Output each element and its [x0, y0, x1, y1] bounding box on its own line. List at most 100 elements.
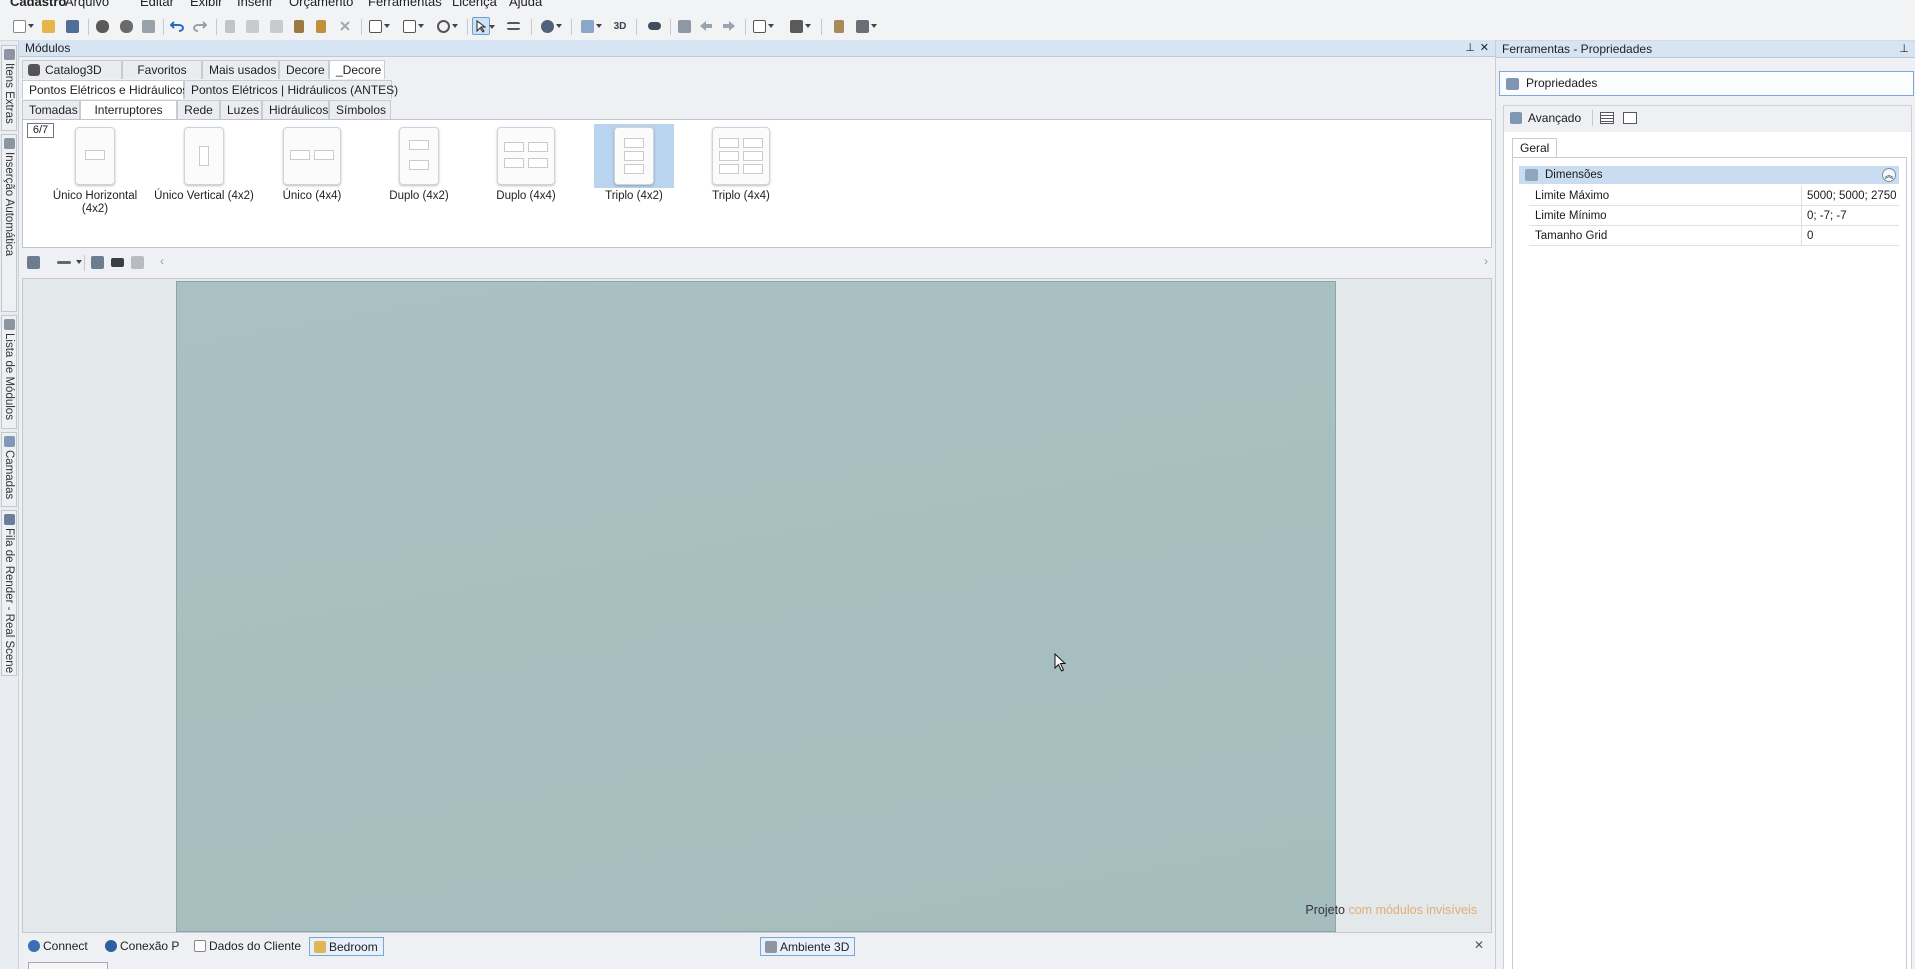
3d-icon[interactable]: 3D — [611, 17, 629, 35]
tab-itens-extras[interactable]: Itens Extras — [1, 45, 17, 131]
tab-geral[interactable]: Geral — [1512, 138, 1558, 157]
property-value[interactable]: 0 — [1801, 226, 1813, 246]
undo-icon[interactable] — [168, 17, 186, 35]
tab-insercao-automatica[interactable]: Inserção Automática — [1, 134, 17, 312]
tab-hidraulicos[interactable]: Hidráulicos — [262, 100, 329, 119]
line-style-icon[interactable] — [52, 253, 82, 271]
menu-ajuda[interactable]: Ajuda — [509, 0, 542, 10]
cube-icon[interactable] — [787, 17, 811, 35]
save-icon[interactable] — [63, 17, 81, 35]
tab-conexao-p[interactable]: Conexão P — [101, 937, 184, 956]
open-folder-icon[interactable] — [39, 17, 57, 35]
tab-decore[interactable]: Decore — [279, 60, 329, 79]
module-duplo-4x2[interactable]: Duplo (4x2) — [367, 124, 471, 234]
close-icon[interactable]: ✕ — [1480, 40, 1489, 56]
menu-inserir[interactable]: Inserir — [237, 0, 273, 10]
menu-exibir[interactable]: Exibir — [190, 0, 223, 10]
property-value[interactable]: 5000; 5000; 2750 — [1801, 186, 1897, 206]
menu-editar[interactable]: Editar — [140, 0, 174, 10]
properties-button[interactable]: Propriedades — [1499, 71, 1914, 96]
property-row-limite-maximo[interactable]: Limite Máximo 5000; 5000; 2750 — [1529, 186, 1899, 206]
format-painter-icon[interactable] — [312, 17, 330, 35]
tab-bedroom[interactable]: Bedroom — [309, 937, 384, 956]
tab-dados-do-cliente[interactable]: Dados do Cliente — [190, 937, 306, 956]
tab-luzes[interactable]: Luzes — [220, 100, 262, 119]
menu-bar: Cadastro Arquivo Editar Exibir Inserir O… — [0, 0, 1915, 10]
lasso-icon[interactable] — [434, 17, 458, 35]
module-unico-4x4[interactable]: Único (4x4) — [260, 124, 364, 234]
tab-conexao-p-label: Conexão P — [120, 939, 180, 953]
menu-ferramentas[interactable]: Ferramentas — [368, 0, 442, 10]
layers-icon[interactable] — [578, 17, 602, 35]
module-unico-horizontal-4x2[interactable]: Único Horizontal (4x2) — [43, 124, 147, 234]
lock-icon[interactable] — [128, 253, 146, 271]
globe-icon[interactable] — [538, 17, 562, 35]
modules-tabs-row2: Pontos Elétricos e Hidráulicos Pontos El… — [22, 80, 1492, 99]
redo-icon[interactable] — [191, 17, 209, 35]
arrow-left-icon[interactable] — [697, 17, 715, 35]
alphabetical-view-icon[interactable] — [1623, 112, 1637, 124]
render-icon[interactable] — [93, 17, 111, 35]
property-value[interactable]: 0; -7; -7 — [1801, 206, 1847, 226]
tab-favoritos[interactable]: Favoritos — [122, 60, 202, 79]
tab-pontos-eletricos-antes[interactable]: Pontos Elétricos | Hidráulicos (ANTES) — [184, 80, 398, 99]
tab-mais-usados[interactable]: Mais usados — [202, 60, 279, 79]
pin-icon[interactable]: ⊥ — [1899, 41, 1909, 57]
arrow-right-icon[interactable] — [720, 17, 738, 35]
grid-icon[interactable] — [400, 17, 424, 35]
module-label: Único Vertical (4x2) — [154, 190, 254, 202]
view-mode-icon[interactable] — [366, 17, 390, 35]
select-arrow-icon[interactable] — [472, 17, 495, 35]
drawing-canvas[interactable] — [176, 281, 1336, 932]
new-file-icon[interactable] — [10, 17, 34, 35]
rotate-icon[interactable] — [675, 17, 693, 35]
design-viewport[interactable]: Projeto com módulos invisíveis — [22, 278, 1492, 933]
render-settings-icon[interactable] — [117, 17, 135, 35]
wand-icon[interactable] — [24, 253, 42, 271]
menu-arquivo[interactable]: Arquivo — [65, 0, 109, 10]
menu-orcamento[interactable]: Orçamento — [289, 0, 353, 10]
advanced-button[interactable]: Avançado — [1528, 111, 1581, 125]
module-triplo-4x4[interactable]: Triplo (4x4) — [689, 124, 793, 234]
menu-licenca[interactable]: Licença — [452, 0, 497, 10]
module-triplo-4x2[interactable]: Triplo (4x2) — [582, 124, 686, 234]
print-icon[interactable] — [139, 17, 157, 35]
collapse-icon[interactable]: ︽ — [1882, 168, 1896, 182]
paste-icon[interactable] — [267, 17, 285, 35]
scroll-left-icon[interactable]: ‹ — [160, 254, 164, 268]
insert-icon[interactable] — [88, 253, 106, 271]
property-row-tamanho-grid[interactable]: Tamanho Grid 0 — [1529, 226, 1899, 246]
tab-simbolos[interactable]: Símbolos — [329, 100, 391, 119]
measure-icon[interactable] — [504, 17, 522, 35]
scroll-right-icon[interactable]: › — [1484, 254, 1488, 268]
tab-tomadas[interactable]: Tomadas — [22, 100, 80, 119]
tab-rede[interactable]: Rede — [177, 100, 220, 119]
categorized-view-icon[interactable] — [1600, 112, 1614, 124]
pin-icon[interactable]: ⊥ — [1465, 40, 1475, 56]
viewport-note: Projeto com módulos invisíveis — [1305, 903, 1477, 917]
cut-icon[interactable] — [221, 17, 239, 35]
tab-catalog3d[interactable]: Catalog3D — [22, 60, 122, 79]
tab-pontos-eletricos-hidraulicos[interactable]: Pontos Elétricos e Hidráulicos — [22, 80, 188, 99]
tab-connect[interactable]: Connect — [24, 937, 93, 956]
module-unico-vertical-4x2[interactable]: Único Vertical (4x2) — [152, 124, 256, 234]
delete-icon[interactable] — [336, 17, 354, 35]
close-tab-icon[interactable]: ✕ — [1474, 938, 1484, 952]
box-view-icon[interactable] — [750, 17, 774, 35]
tab-camadas[interactable]: Camadas — [1, 432, 17, 507]
tool-icon[interactable] — [290, 17, 308, 35]
tab-ambiente-3d[interactable]: Ambiente 3D — [760, 937, 856, 956]
camera-icon[interactable] — [853, 17, 877, 35]
tab-interruptores[interactable]: Interruptores — [80, 100, 177, 119]
category-dimensoes[interactable]: Dimensões ︽ — [1519, 166, 1899, 184]
tab-lista-de-modulos[interactable]: Lista de Módulos — [1, 315, 17, 429]
binoculars-icon[interactable] — [108, 253, 126, 271]
tab-fila-de-render[interactable]: Fila de Render - Real Scene — [1, 510, 17, 676]
lamp-icon[interactable] — [830, 17, 848, 35]
copy-icon[interactable] — [243, 17, 261, 35]
menu-cadastro[interactable]: Cadastro — [10, 0, 66, 10]
eye-icon[interactable] — [645, 17, 663, 35]
tab-underscore-decore[interactable]: _Decore — [329, 60, 385, 79]
module-duplo-4x4[interactable]: Duplo (4x4) — [474, 124, 578, 234]
property-row-limite-minimo[interactable]: Limite Mínimo 0; -7; -7 — [1529, 206, 1899, 226]
